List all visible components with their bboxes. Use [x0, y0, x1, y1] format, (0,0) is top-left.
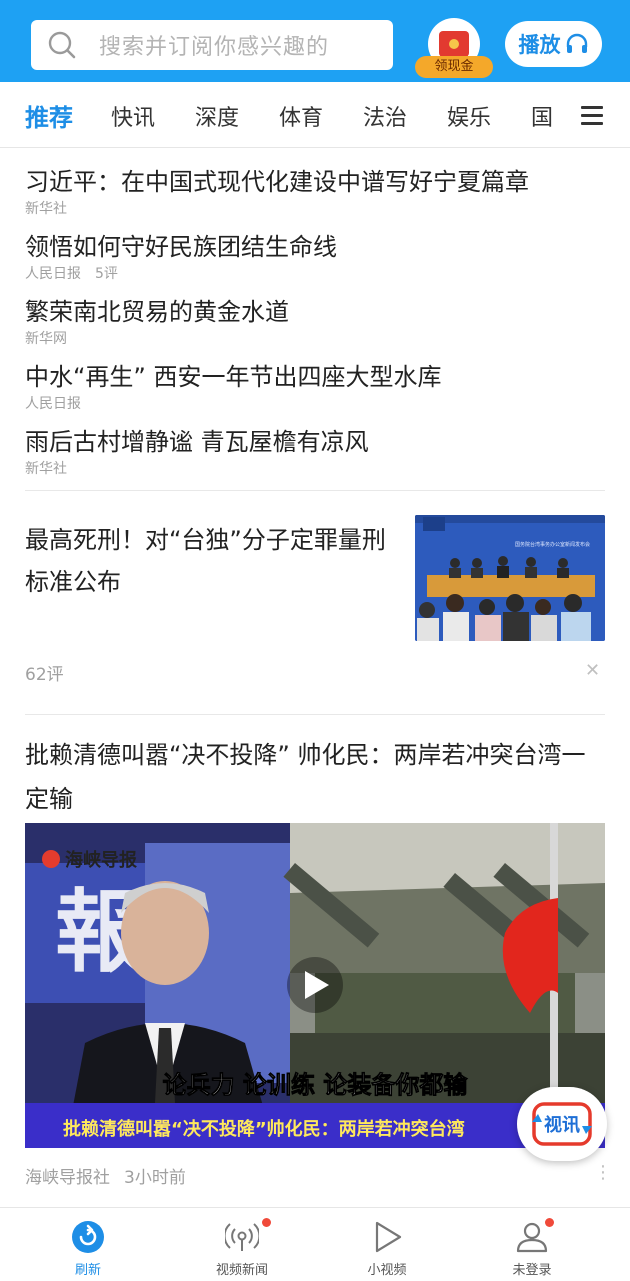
menu-icon[interactable] [581, 106, 603, 126]
more-options-icon[interactable]: ⋮ [594, 1162, 612, 1183]
article-3-title[interactable]: 批赖清德叫嚣“决不投降” 帅化民：两岸若冲突台湾一定输 [25, 733, 605, 821]
video-subtitle: 论兵力 论训练 论装备你都输 [163, 1071, 469, 1099]
float-button-label: 视讯 [544, 1114, 580, 1136]
tab-depth[interactable]: 深度 [195, 100, 239, 132]
broadcast-icon [225, 1223, 259, 1251]
bottom-nav: 刷新 视频新闻 小视频 未登录 [0, 1207, 630, 1280]
divider [25, 714, 605, 715]
video-player[interactable]: 報 海峡导报 论兵力 论训练 论装备你都输 批赖清德叫嚣“决不投降”帅化民：两岸… [25, 823, 605, 1148]
nav-profile-label: 未登录 [512, 1263, 552, 1278]
headline-4-source: 人民日报 [25, 396, 81, 412]
nav-video-news-label: 视频新闻 [215, 1263, 268, 1278]
search-placeholder: 搜索并订阅你感兴趣的 [99, 35, 330, 60]
headline-3-source: 新华网 [25, 331, 67, 347]
headline-3[interactable]: 繁荣南北贸易的黄金水道 [25, 292, 289, 327]
category-tabs: 推荐 快讯 深度 体育 法治 娱乐 国 [0, 82, 630, 148]
article-2-comments: 62评 [25, 665, 64, 685]
close-icon[interactable]: ✕ [585, 660, 600, 681]
search-icon [48, 31, 76, 59]
headline-4[interactable]: 中水“再生” 西安一年节出四座大型水库 [25, 357, 442, 392]
nav-short-video-label: 小视频 [367, 1263, 407, 1278]
article-3-meta: 海峡导报社 3小时前 [25, 1168, 186, 1188]
divider [25, 490, 605, 491]
nav-short-video[interactable]: 小视频 [337, 1208, 437, 1281]
tab-international[interactable]: 国 [531, 100, 553, 132]
video-ticker: 批赖清德叫嚣“决不投降”帅化民：两岸若冲突台湾 [63, 1118, 465, 1140]
top-bar: 搜索并订阅你感兴趣的 领现金 播放 [0, 0, 630, 82]
play-label: 播放 [518, 33, 561, 57]
headphones-icon [566, 33, 587, 53]
nav-video-news[interactable]: 视频新闻 [192, 1208, 292, 1281]
search-box[interactable]: 搜索并订阅你感兴趣的 [31, 20, 393, 70]
video-news-float-button[interactable]: 视讯 [517, 1087, 607, 1161]
nav-refresh-label: 刷新 [74, 1263, 101, 1278]
headline-1[interactable]: 习近平：在中国式现代化建设中谱写好宁夏篇章 [25, 162, 529, 197]
headline-5[interactable]: 雨后古村增静谧 青瓦屋檐有凉风 [25, 422, 369, 457]
tab-flash[interactable]: 快讯 [111, 100, 155, 132]
headline-5-source: 新华社 [25, 461, 67, 477]
notification-badge [262, 1218, 271, 1227]
article-2-thumbnail[interactable]: 国务院台湾事务办公室新闻发布会 [415, 515, 605, 641]
tab-law[interactable]: 法治 [363, 100, 407, 132]
headline-2[interactable]: 领悟如何守好民族团结生命线 [25, 227, 337, 262]
headline-1-source: 新华社 [25, 201, 67, 217]
notification-badge [545, 1218, 554, 1227]
tab-recommend[interactable]: 推荐 [25, 98, 73, 133]
headline-2-source: 人民日报 5评 [25, 266, 118, 282]
thumb-banner: 国务院台湾事务办公室新闻发布会 [515, 541, 590, 548]
user-icon [516, 1222, 548, 1253]
nav-profile[interactable]: 未登录 [482, 1208, 582, 1281]
nav-refresh[interactable]: 刷新 [38, 1208, 138, 1281]
play-audio-button[interactable]: 播放 [505, 21, 602, 67]
article-2-title[interactable]: 最高死刑！对“台独”分子定罪量刑标准公布 [25, 519, 405, 603]
red-packet-button[interactable]: 领现金 [415, 18, 493, 78]
refresh-icon [72, 1221, 104, 1253]
reward-label: 领现金 [415, 56, 493, 78]
play-icon [375, 1221, 402, 1253]
tab-entertainment[interactable]: 娱乐 [447, 100, 491, 132]
tab-sports[interactable]: 体育 [279, 100, 323, 132]
video-logo: 海峡导报 [65, 849, 137, 871]
